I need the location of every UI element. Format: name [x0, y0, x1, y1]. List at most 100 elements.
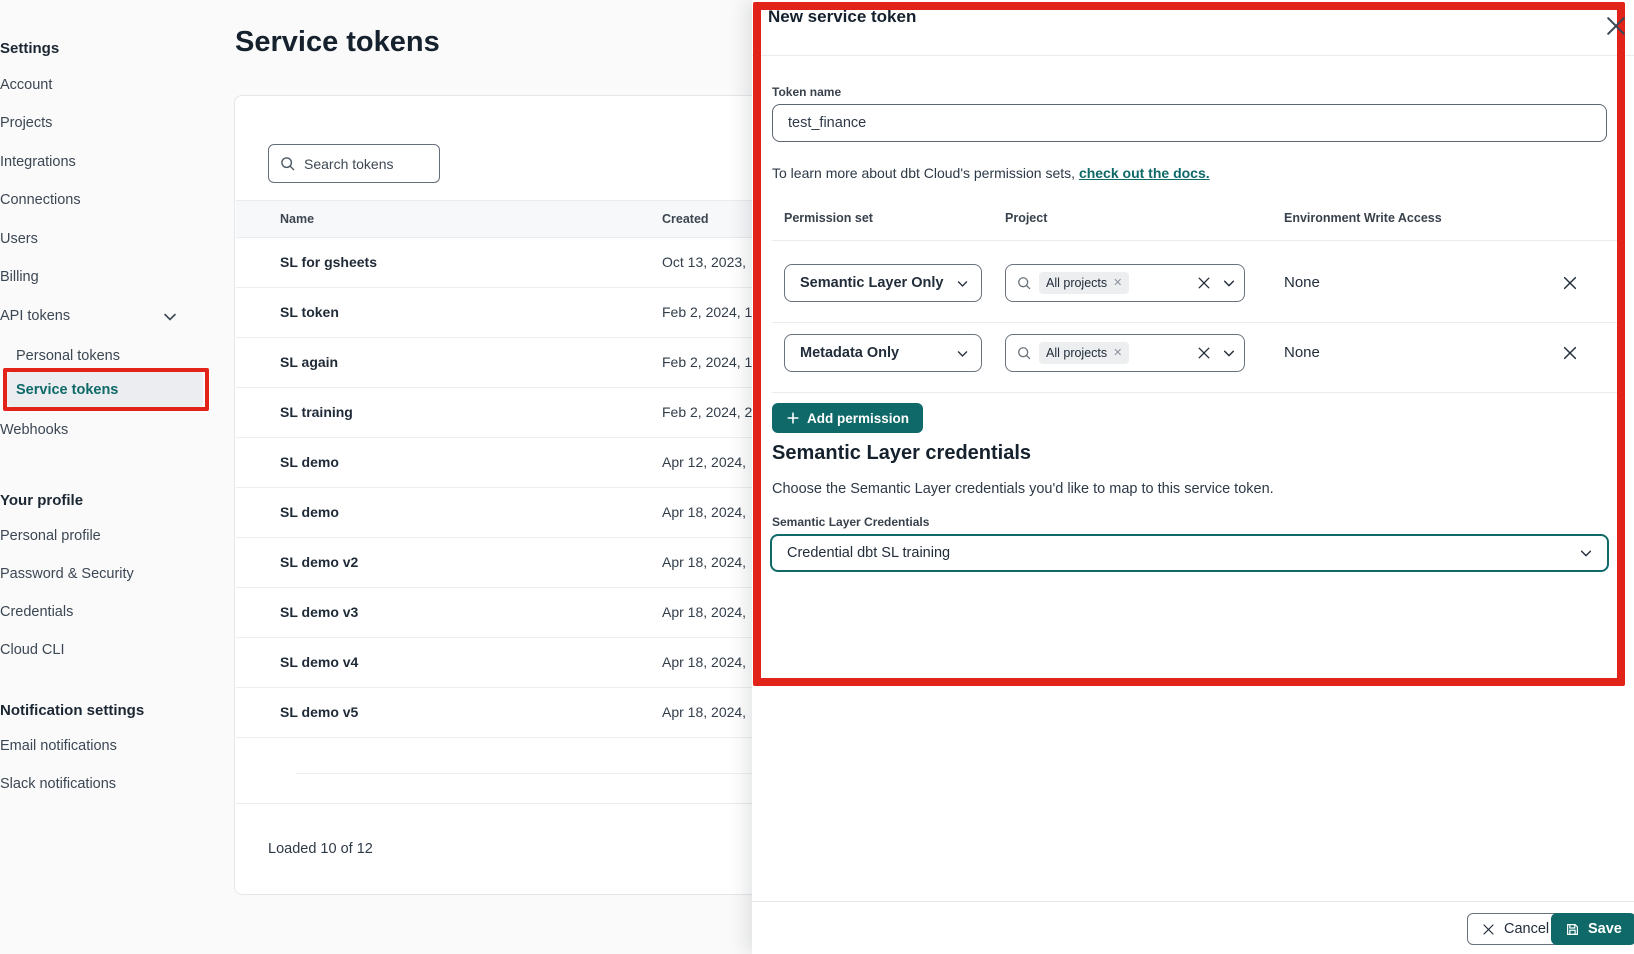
- sidebar-item-credentials[interactable]: Credentials: [0, 604, 73, 620]
- close-icon[interactable]: [1603, 13, 1629, 39]
- sl-credentials-value: Credential dbt SL training: [787, 545, 950, 561]
- sidebar-item-connections[interactable]: Connections: [0, 192, 81, 208]
- permission-set-select[interactable]: Metadata Only: [784, 334, 982, 372]
- save-disk-icon: [1565, 922, 1580, 937]
- add-permission-label: Add permission: [807, 411, 909, 426]
- token-created: Apr 18, 2024,: [662, 604, 746, 620]
- semantic-layer-credentials-heading: Semantic Layer credentials: [772, 442, 1031, 465]
- remove-permission-row-icon[interactable]: [1561, 274, 1579, 292]
- sidebar-item-webhooks[interactable]: Webhooks: [0, 422, 68, 438]
- chevron-down-icon: [956, 277, 969, 290]
- docs-helper-text: To learn more about dbt Cloud's permissi…: [772, 165, 1210, 181]
- sidebar-item-api-tokens[interactable]: API tokens: [0, 308, 200, 324]
- token-name: SL demo v2: [280, 554, 358, 570]
- notification-settings-heading: Notification settings: [0, 702, 144, 719]
- column-header-created: Created: [662, 212, 709, 226]
- token-name: SL for gsheets: [280, 254, 377, 270]
- remove-permission-row-icon[interactable]: [1561, 344, 1579, 362]
- drawer-footer-divider: [752, 901, 1634, 902]
- token-name: SL token: [280, 304, 339, 320]
- grid-divider: [772, 392, 1620, 393]
- save-button[interactable]: Save: [1551, 913, 1634, 945]
- token-created: Apr 18, 2024,: [662, 654, 746, 670]
- sidebar-item-service-tokens[interactable]: Service tokens: [16, 382, 118, 398]
- project-chip[interactable]: All projects ✕: [1039, 342, 1129, 364]
- sidebar-item-projects[interactable]: Projects: [0, 115, 52, 131]
- settings-sidebar: Settings Account Projects Integrations C…: [0, 0, 216, 954]
- token-name: SL demo: [280, 454, 339, 470]
- token-created: Feb 2, 2024, 1: [662, 354, 752, 370]
- sidebar-item-cloud-cli[interactable]: Cloud CLI: [0, 642, 64, 658]
- sidebar-item-account[interactable]: Account: [0, 77, 52, 93]
- sidebar-item-billing[interactable]: Billing: [0, 269, 39, 285]
- chevron-down-icon: [1579, 546, 1593, 560]
- semantic-layer-credentials-description: Choose the Semantic Layer credentials yo…: [772, 481, 1274, 497]
- grid-divider: [772, 322, 1620, 323]
- save-label: Save: [1588, 921, 1622, 937]
- clear-selection-icon[interactable]: [1196, 345, 1212, 361]
- token-created: Feb 2, 2024, 2: [662, 404, 752, 420]
- docs-text: To learn more about dbt Cloud's permissi…: [772, 165, 1079, 181]
- docs-link[interactable]: check out the docs.: [1079, 165, 1210, 181]
- project-multiselect[interactable]: All projects ✕: [1005, 334, 1245, 372]
- search-icon: [1016, 345, 1032, 361]
- search-icon: [1016, 275, 1032, 291]
- chevron-down-icon: [956, 347, 969, 360]
- sidebar-item-email-notifications[interactable]: Email notifications: [0, 738, 117, 754]
- chevron-down-icon[interactable]: [1222, 276, 1236, 290]
- settings-heading: Settings: [0, 40, 59, 57]
- add-permission-button[interactable]: Add permission: [772, 403, 923, 433]
- env-write-access-value: None: [1284, 344, 1320, 361]
- plus-icon: [786, 411, 800, 425]
- sl-credentials-label: Semantic Layer Credentials: [772, 515, 929, 529]
- token-name-input[interactable]: [772, 104, 1607, 142]
- token-created: Apr 12, 2024,: [662, 454, 746, 470]
- sidebar-item-integrations[interactable]: Integrations: [0, 154, 76, 170]
- close-icon: [1481, 922, 1496, 937]
- token-name: SL again: [280, 354, 338, 370]
- search-input[interactable]: [304, 156, 429, 172]
- sidebar-item-slack-notifications[interactable]: Slack notifications: [0, 776, 116, 792]
- clear-selection-icon[interactable]: [1196, 275, 1212, 291]
- sidebar-item-personal-profile[interactable]: Personal profile: [0, 528, 101, 544]
- sidebar-item-password-security[interactable]: Password & Security: [0, 566, 134, 582]
- project-chip-label: All projects: [1046, 276, 1107, 290]
- new-service-token-drawer: New service token Token name To learn mo…: [752, 0, 1634, 954]
- token-created: Apr 18, 2024,: [662, 704, 746, 720]
- cancel-label: Cancel: [1504, 921, 1549, 937]
- page-title: Service tokens: [235, 26, 440, 59]
- permission-set-select[interactable]: Semantic Layer Only: [784, 264, 982, 302]
- token-name: SL demo v4: [280, 654, 358, 670]
- token-created: Oct 13, 2023,: [662, 254, 746, 270]
- chip-remove-icon[interactable]: ✕: [1113, 278, 1122, 289]
- cancel-button[interactable]: Cancel: [1467, 913, 1563, 945]
- sidebar-item-users[interactable]: Users: [0, 231, 38, 247]
- chip-remove-icon[interactable]: ✕: [1113, 348, 1122, 359]
- drawer-title: New service token: [768, 7, 916, 27]
- search-icon: [279, 155, 296, 172]
- chevron-down-icon[interactable]: [1222, 346, 1236, 360]
- token-name: SL demo v3: [280, 604, 358, 620]
- column-header-permission-set: Permission set: [784, 211, 873, 225]
- drawer-header-divider: [752, 55, 1634, 56]
- sidebar-item-personal-tokens[interactable]: Personal tokens: [16, 348, 120, 364]
- permission-set-value: Metadata Only: [800, 345, 899, 361]
- project-chip[interactable]: All projects ✕: [1039, 272, 1129, 294]
- column-header-env-write: Environment Write Access: [1284, 211, 1442, 225]
- search-tokens-box[interactable]: [268, 144, 440, 183]
- sl-credentials-select[interactable]: Credential dbt SL training: [770, 534, 1609, 572]
- loaded-status: Loaded 10 of 12: [268, 841, 373, 857]
- env-write-access-value: None: [1284, 274, 1320, 291]
- grid-divider: [772, 240, 1620, 241]
- token-name: SL training: [280, 404, 353, 420]
- project-chip-label: All projects: [1046, 346, 1107, 360]
- permission-set-value: Semantic Layer Only: [800, 275, 943, 291]
- token-name: SL demo: [280, 504, 339, 520]
- chevron-down-icon[interactable]: [162, 309, 178, 325]
- column-header-name: Name: [280, 212, 314, 226]
- column-header-project: Project: [1005, 211, 1047, 225]
- token-name: SL demo v5: [280, 704, 358, 720]
- token-created: Feb 2, 2024, 1: [662, 304, 752, 320]
- project-multiselect[interactable]: All projects ✕: [1005, 264, 1245, 302]
- api-tokens-label: API tokens: [0, 308, 70, 324]
